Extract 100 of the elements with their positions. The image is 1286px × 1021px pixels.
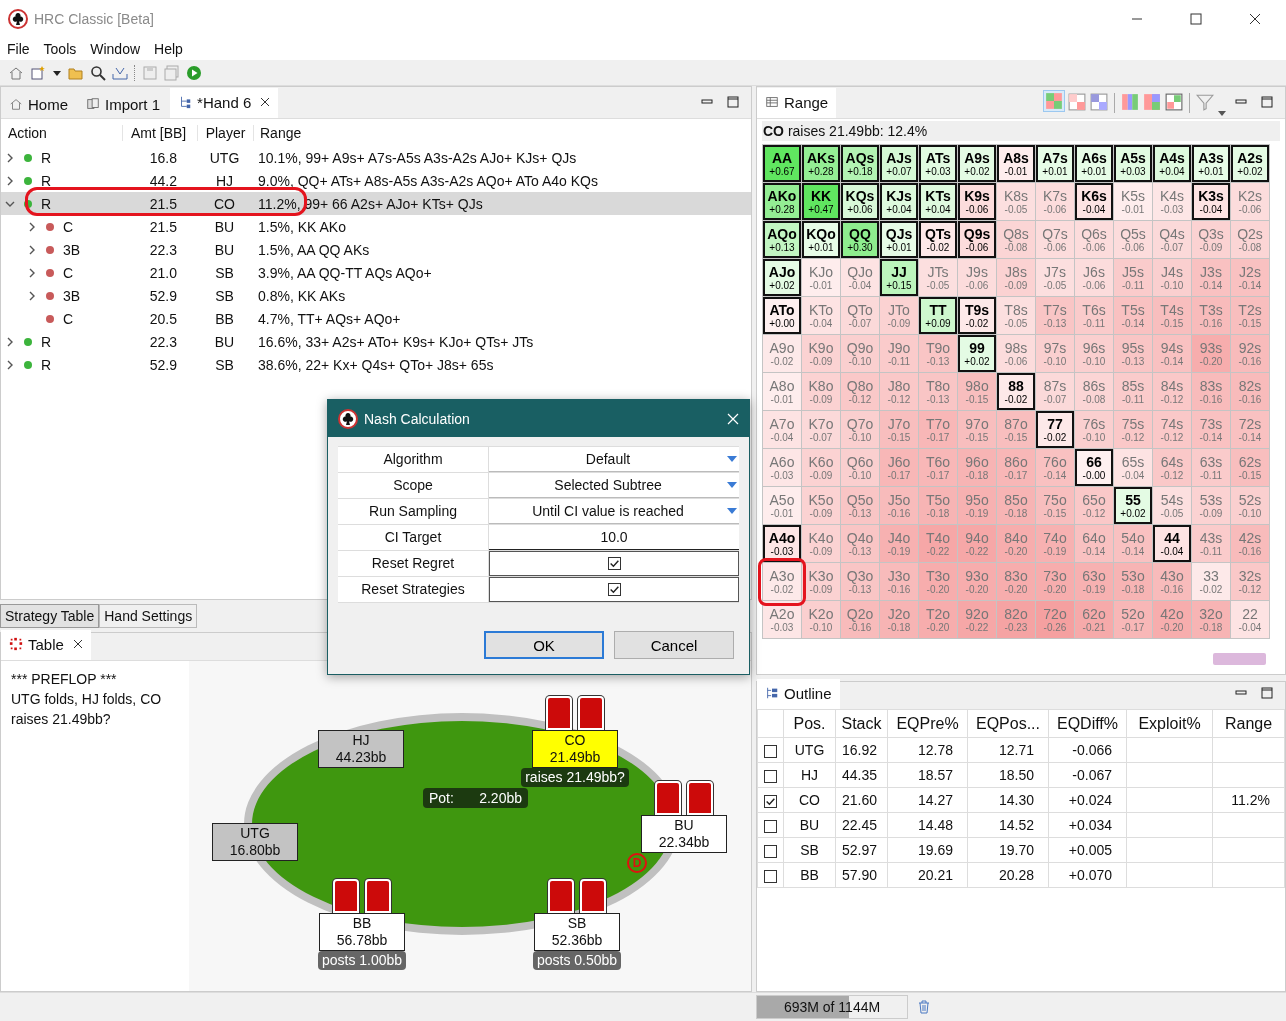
hand-cell[interactable]: 62o -0.21 <box>1075 601 1113 638</box>
hand-cell[interactable]: 92o -0.22 <box>958 601 996 638</box>
hand-cell[interactable]: 83s -0.16 <box>1192 373 1230 410</box>
hand-cell[interactable]: JJ +0.15 <box>880 259 918 296</box>
hand-cell[interactable]: J5o -0.16 <box>880 487 918 524</box>
hand-cell[interactable]: A5o -0.01 <box>763 487 801 524</box>
hand-cell[interactable]: KTs +0.04 <box>919 183 957 220</box>
hand-cell[interactable]: Q7o -0.10 <box>841 411 879 448</box>
hand-cell[interactable]: 97s -0.10 <box>1036 335 1074 372</box>
column-header[interactable]: Stack <box>835 710 888 738</box>
hand-cell[interactable]: Q5o -0.13 <box>841 487 879 524</box>
close-icon[interactable] <box>260 97 271 107</box>
seat-box[interactable]: BU 22.34bb <box>641 815 727 853</box>
view-mode-icon[interactable] <box>1089 92 1109 112</box>
hand-cell[interactable]: Q4o -0.13 <box>841 525 879 562</box>
hand-cell[interactable]: 97o -0.15 <box>958 411 996 448</box>
checkbox[interactable] <box>764 744 777 758</box>
hand-cell[interactable]: 66 -0.00 <box>1075 449 1113 486</box>
hand-cell[interactable]: 44 -0.04 <box>1153 525 1191 562</box>
hand-cell[interactable]: Q6s -0.06 <box>1075 221 1113 258</box>
hand-cell[interactable]: 76o -0.14 <box>1036 449 1074 486</box>
hand-cell[interactable]: T6s -0.11 <box>1075 297 1113 334</box>
hand-cell[interactable]: K8o -0.09 <box>802 373 840 410</box>
hand-cell[interactable]: K9s -0.06 <box>958 183 996 220</box>
hand-cell[interactable]: 98o -0.15 <box>958 373 996 410</box>
hand-cell[interactable]: K6s -0.04 <box>1075 183 1113 220</box>
hand-cell[interactable]: KTo -0.04 <box>802 297 840 334</box>
hand-cell[interactable]: K2s -0.06 <box>1231 183 1269 220</box>
hand-cell[interactable]: T3o -0.20 <box>919 563 957 600</box>
column-header[interactable]: Amt [BB] <box>122 124 197 141</box>
hand-cell[interactable]: J7s -0.05 <box>1036 259 1074 296</box>
hand-cell[interactable]: 86s -0.08 <box>1075 373 1113 410</box>
hand-cell[interactable]: 82o -0.23 <box>997 601 1035 638</box>
expand-chevron-icon[interactable] <box>5 152 15 163</box>
hand-cell[interactable]: T4s -0.15 <box>1153 297 1191 334</box>
column-header[interactable]: Range <box>1212 710 1285 738</box>
column-header[interactable]: EQPos... <box>967 710 1049 738</box>
hand-cell[interactable]: T6o -0.17 <box>919 449 957 486</box>
hand-cell[interactable]: QTo -0.07 <box>841 297 879 334</box>
tree-row[interactable]: R 22.3 BU 16.6%, 33+ A2s+ ATo+ K9s+ KJo+ QTs+ JTs <box>1 330 751 353</box>
hand-cell[interactable]: QQ +0.30 <box>841 221 879 258</box>
hand-cell[interactable]: AQs +0.18 <box>841 145 879 182</box>
expand-chevron-icon[interactable] <box>27 290 37 301</box>
column-header[interactable]: Action <box>1 124 122 141</box>
hand-cell[interactable]: A3s +0.01 <box>1192 145 1230 182</box>
hand-cell[interactable]: A5s +0.03 <box>1114 145 1152 182</box>
checkbox[interactable] <box>764 769 777 783</box>
hand-cell[interactable]: A4s +0.04 <box>1153 145 1191 182</box>
hand-cell[interactable]: Q8o -0.12 <box>841 373 879 410</box>
hand-cell[interactable]: J9s -0.06 <box>958 259 996 296</box>
hand-cell[interactable]: 84s -0.12 <box>1153 373 1191 410</box>
input-field[interactable]: 10.0 <box>489 525 739 550</box>
expand-chevron-icon[interactable] <box>27 221 37 232</box>
tree-row[interactable]: R 16.8 UTG 10.1%, 99+ A9s+ A7s-A5s A3s-A2s AJo+ KJs+ QJs <box>1 146 751 169</box>
hand-cell[interactable]: 96o -0.18 <box>958 449 996 486</box>
hand-cell[interactable]: 53o -0.18 <box>1114 563 1152 600</box>
editor-tab[interactable]: *Hand 6 <box>170 88 279 118</box>
hand-cell[interactable]: 99 +0.02 <box>958 335 996 372</box>
hand-cell[interactable]: 85o -0.18 <box>997 487 1035 524</box>
menu-item[interactable]: File <box>7 40 30 57</box>
hand-cell[interactable]: TT +0.09 <box>919 297 957 334</box>
hand-cell[interactable]: 87o -0.15 <box>997 411 1035 448</box>
expand-chevron-icon[interactable] <box>27 244 37 255</box>
hand-cell[interactable]: T4o -0.22 <box>919 525 957 562</box>
hand-cell[interactable]: K8s -0.05 <box>997 183 1035 220</box>
dropdown-field[interactable]: Until CI value is reached <box>489 499 739 524</box>
hand-cell[interactable]: K7o -0.07 <box>802 411 840 448</box>
seat-box[interactable]: SB 52.36bb <box>534 913 620 951</box>
hand-cell[interactable]: K4s -0.03 <box>1153 183 1191 220</box>
hand-cell[interactable]: A8o -0.01 <box>763 373 801 410</box>
seat-box[interactable]: BB 56.78bb <box>319 913 405 951</box>
column-header[interactable]: Player <box>197 124 253 141</box>
hand-cell[interactable]: 75o -0.15 <box>1036 487 1074 524</box>
tree-row[interactable]: C 21.5 BU 1.5%, KK AKo <box>1 215 751 238</box>
hand-cell[interactable]: 73o -0.20 <box>1036 563 1074 600</box>
hand-cell[interactable]: K3s -0.04 <box>1192 183 1230 220</box>
hand-cell[interactable]: Q6o -0.10 <box>841 449 879 486</box>
hand-cell[interactable]: 65o -0.12 <box>1075 487 1113 524</box>
hand-cell[interactable]: J8s -0.09 <box>997 259 1035 296</box>
tree-row[interactable]: C 20.5 BB 4.7%, TT+ AQs+ AQo+ <box>1 307 751 330</box>
dropdown-caret-icon[interactable] <box>1217 108 1227 118</box>
hand-cell[interactable]: ATo +0.00 <box>763 297 801 334</box>
hand-cell[interactable]: 43o -0.16 <box>1153 563 1191 600</box>
hand-cell[interactable]: J2o -0.18 <box>880 601 918 638</box>
hand-cell[interactable]: 32o -0.18 <box>1192 601 1230 638</box>
maximize-icon[interactable] <box>1261 687 1273 699</box>
menu-item[interactable]: Tools <box>43 40 77 57</box>
hand-cell[interactable]: J2s -0.14 <box>1231 259 1269 296</box>
trash-icon[interactable] <box>916 999 932 1015</box>
hand-cell[interactable]: 96s -0.10 <box>1075 335 1113 372</box>
hand-cell[interactable]: AA +0.67 <box>763 145 801 182</box>
hand-cell[interactable]: 63s -0.11 <box>1192 449 1230 486</box>
maximize-icon[interactable] <box>727 96 739 108</box>
hand-cell[interactable]: AQo +0.13 <box>763 221 801 258</box>
hand-cell[interactable]: 94s -0.14 <box>1153 335 1191 372</box>
seat-box[interactable]: UTG 16.80bb <box>212 823 298 861</box>
hand-cell[interactable]: K6o -0.09 <box>802 449 840 486</box>
column-header[interactable]: Pos. <box>783 710 836 738</box>
menu-item[interactable]: Window <box>90 40 141 57</box>
hand-cell[interactable]: 84o -0.20 <box>997 525 1035 562</box>
